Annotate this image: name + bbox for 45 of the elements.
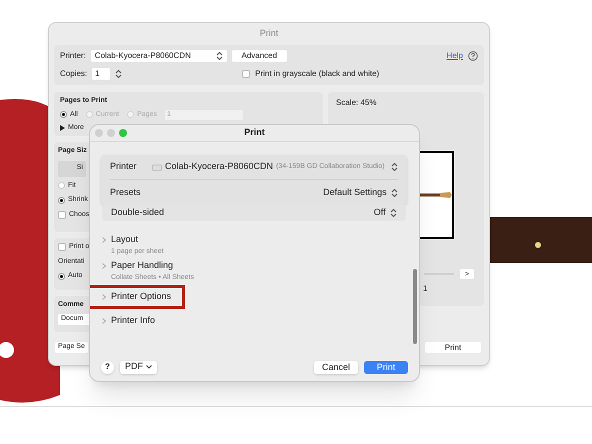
- chevron-icon: [102, 236, 106, 243]
- help-icon[interactable]: [468, 51, 478, 61]
- section-disclosure[interactable]: Printer Options: [90, 285, 185, 309]
- chevron-icon: [102, 318, 106, 324]
- checkbox[interactable]: [242, 70, 250, 78]
- cancel-button[interactable]: Cancel: [314, 360, 358, 374]
- presets-label: Presets: [110, 186, 141, 199]
- copies-field[interactable]: 1: [92, 68, 110, 80]
- printer-dropdown[interactable]: Colab-Kyocera-P8060CDN: [90, 50, 227, 62]
- radio-button[interactable]: [60, 111, 67, 118]
- printer-label: Printer:: [60, 50, 86, 62]
- chevron-icon: [102, 294, 106, 300]
- radio-button[interactable]: [58, 182, 65, 190]
- radio-button[interactable]: [58, 272, 65, 280]
- pdf-dropdown[interactable]: PDF: [120, 360, 157, 374]
- dialog-title: Print: [244, 126, 265, 140]
- stepper-icon[interactable]: [390, 162, 398, 172]
- scale-label: Scale: 45%: [336, 97, 378, 109]
- stepper-icon[interactable]: [390, 188, 398, 198]
- scrollbar[interactable]: [412, 269, 417, 344]
- section-title: Layout: [111, 233, 138, 246]
- section-title: Printer Options: [111, 290, 172, 304]
- double-sided-dropdown[interactable]: Off: [374, 206, 397, 220]
- checkbox[interactable]: [58, 210, 66, 219]
- copies-label: Copies:: [60, 68, 88, 80]
- grayscale-label: Print in grayscale (black and white): [255, 68, 380, 80]
- double-sided-label: Double-sided: [111, 206, 164, 220]
- window-title: Print: [260, 27, 278, 40]
- caret-icon: [146, 365, 152, 369]
- page-number: 1: [423, 283, 428, 295]
- print-button[interactable]: Print: [364, 360, 408, 374]
- checkbox[interactable]: [58, 243, 66, 252]
- section-title: Paper Handling: [111, 259, 174, 272]
- printer-icon: [152, 164, 162, 170]
- print-button[interactable]: Print: [425, 342, 481, 353]
- chevron-icon: [102, 262, 106, 269]
- help-button[interactable]: ?: [101, 360, 114, 374]
- stepper-icon[interactable]: [216, 51, 223, 61]
- presets-dropdown[interactable]: Default Settings: [323, 186, 398, 200]
- printer-label: Printer: [110, 160, 138, 174]
- advanced-button[interactable]: Advanced: [232, 50, 287, 62]
- stepper-icon[interactable]: [390, 208, 397, 218]
- help-link[interactable]: Help: [446, 50, 463, 62]
- stepper-icon[interactable]: [115, 69, 122, 79]
- radio-button[interactable]: [58, 196, 65, 204]
